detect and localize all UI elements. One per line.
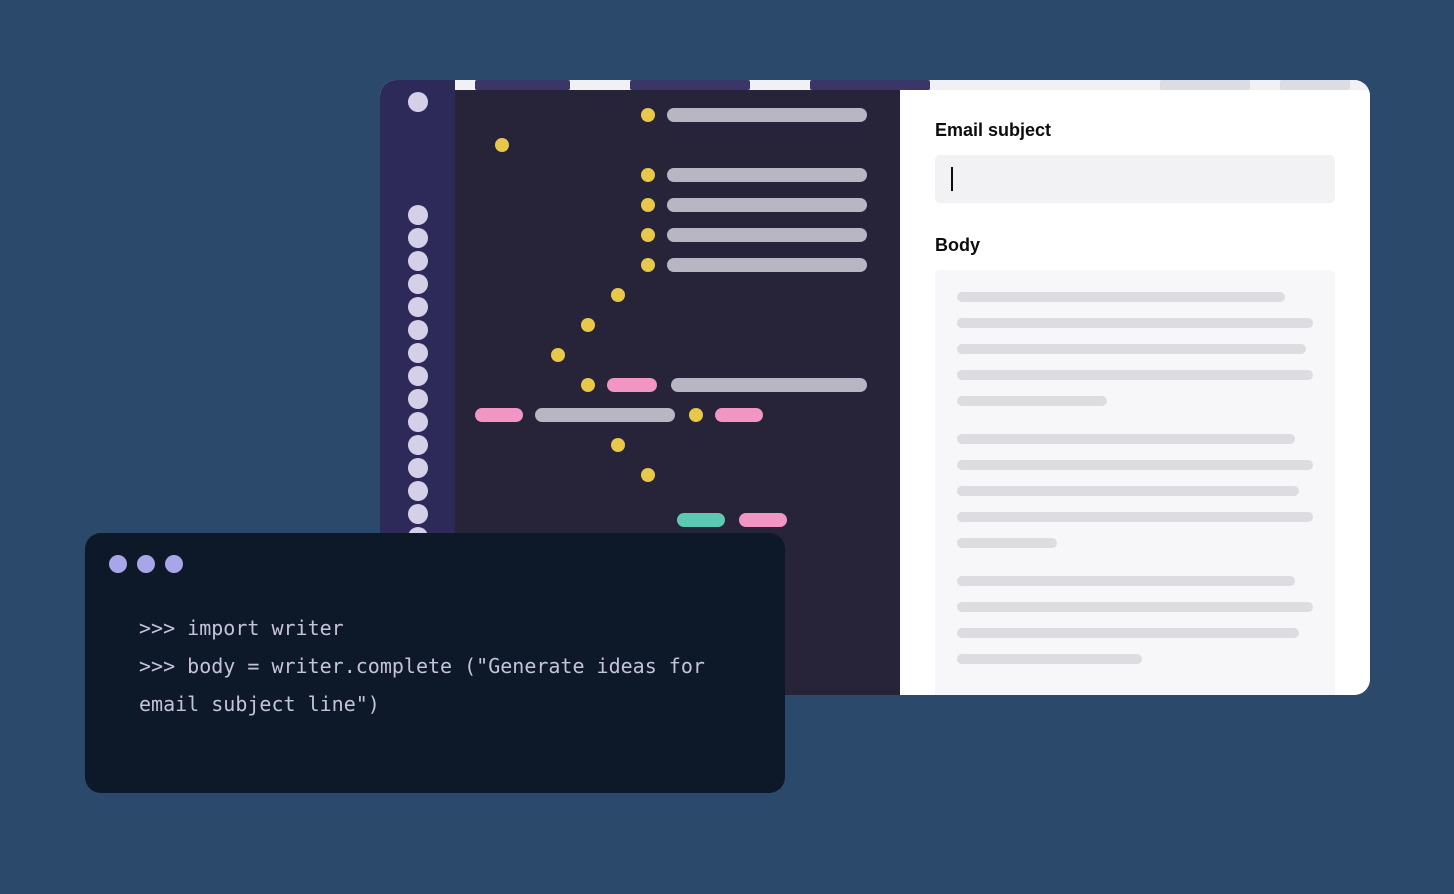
header-action[interactable] <box>1280 80 1350 90</box>
sidebar-nav-item[interactable] <box>408 435 428 455</box>
code-token <box>475 408 523 422</box>
body-placeholder-line <box>957 602 1313 612</box>
sidebar-nav-item[interactable] <box>408 228 428 248</box>
window-controls <box>109 555 761 573</box>
body-placeholder-line <box>957 434 1295 444</box>
window-control-dot[interactable] <box>109 555 127 573</box>
terminal-output: >>> import writer >>> body = writer.comp… <box>109 609 761 723</box>
email-subject-input[interactable] <box>935 155 1335 203</box>
header-bar <box>455 80 1370 90</box>
sidebar-nav-item[interactable] <box>408 92 428 112</box>
code-line <box>667 228 867 242</box>
code-token <box>715 408 763 422</box>
body-placeholder-line <box>957 292 1285 302</box>
sidebar-nav-item[interactable] <box>408 297 428 317</box>
sidebar-nav-item[interactable] <box>408 481 428 501</box>
code-dot-icon <box>551 348 565 362</box>
code-line <box>671 378 867 392</box>
code-token <box>677 513 725 527</box>
sidebar-nav-item[interactable] <box>408 366 428 386</box>
code-token <box>739 513 787 527</box>
terminal-line: >>> import writer <box>139 609 761 647</box>
sidebar-nav-item[interactable] <box>408 343 428 363</box>
body-placeholder-line <box>957 318 1313 328</box>
body-placeholder-line <box>957 512 1313 522</box>
window-control-dot[interactable] <box>137 555 155 573</box>
sidebar-nav-item[interactable] <box>408 458 428 478</box>
header-action[interactable] <box>1160 80 1250 90</box>
code-line <box>667 168 867 182</box>
body-placeholder-line <box>957 538 1057 548</box>
sidebar-nav-item[interactable] <box>408 251 428 271</box>
window-control-dot[interactable] <box>165 555 183 573</box>
tab-active[interactable] <box>475 80 570 90</box>
body-placeholder-line <box>957 654 1142 664</box>
code-dot-icon <box>581 318 595 332</box>
code-dot-icon <box>689 408 703 422</box>
code-dot-icon <box>641 168 655 182</box>
email-body-label: Body <box>935 235 1335 256</box>
sidebar-nav-item[interactable] <box>408 389 428 409</box>
tab-item[interactable] <box>810 80 930 90</box>
body-placeholder-line <box>957 396 1107 406</box>
sidebar-nav-item[interactable] <box>408 205 428 225</box>
code-dot-icon <box>641 198 655 212</box>
body-placeholder-line <box>957 576 1295 586</box>
sidebar-nav-item[interactable] <box>408 504 428 524</box>
code-line <box>667 198 867 212</box>
sidebar-nav-item[interactable] <box>408 412 428 432</box>
code-line <box>667 108 867 122</box>
tab-item[interactable] <box>630 80 750 90</box>
terminal-line: >>> body = writer.complete ("Generate id… <box>139 647 761 723</box>
code-dot-icon <box>611 438 625 452</box>
sidebar-nav-item[interactable] <box>408 320 428 340</box>
code-line <box>667 258 867 272</box>
body-placeholder-line <box>957 370 1313 380</box>
body-placeholder-line <box>957 628 1299 638</box>
code-dot-icon <box>641 108 655 122</box>
code-dot-icon <box>611 288 625 302</box>
code-dot-icon <box>641 258 655 272</box>
code-token <box>607 378 657 392</box>
code-dot-icon <box>641 468 655 482</box>
body-placeholder-line <box>957 460 1313 470</box>
code-line <box>535 408 675 422</box>
body-placeholder-line <box>957 486 1299 496</box>
email-body-input[interactable] <box>935 270 1335 695</box>
email-subject-label: Email subject <box>935 120 1335 141</box>
code-dot-icon <box>495 138 509 152</box>
body-placeholder-line <box>957 344 1306 354</box>
code-dot-icon <box>641 228 655 242</box>
sidebar-nav-item[interactable] <box>408 274 428 294</box>
terminal-window: >>> import writer >>> body = writer.comp… <box>85 533 785 793</box>
code-dot-icon <box>581 378 595 392</box>
form-panel: Email subject Body <box>900 90 1370 695</box>
